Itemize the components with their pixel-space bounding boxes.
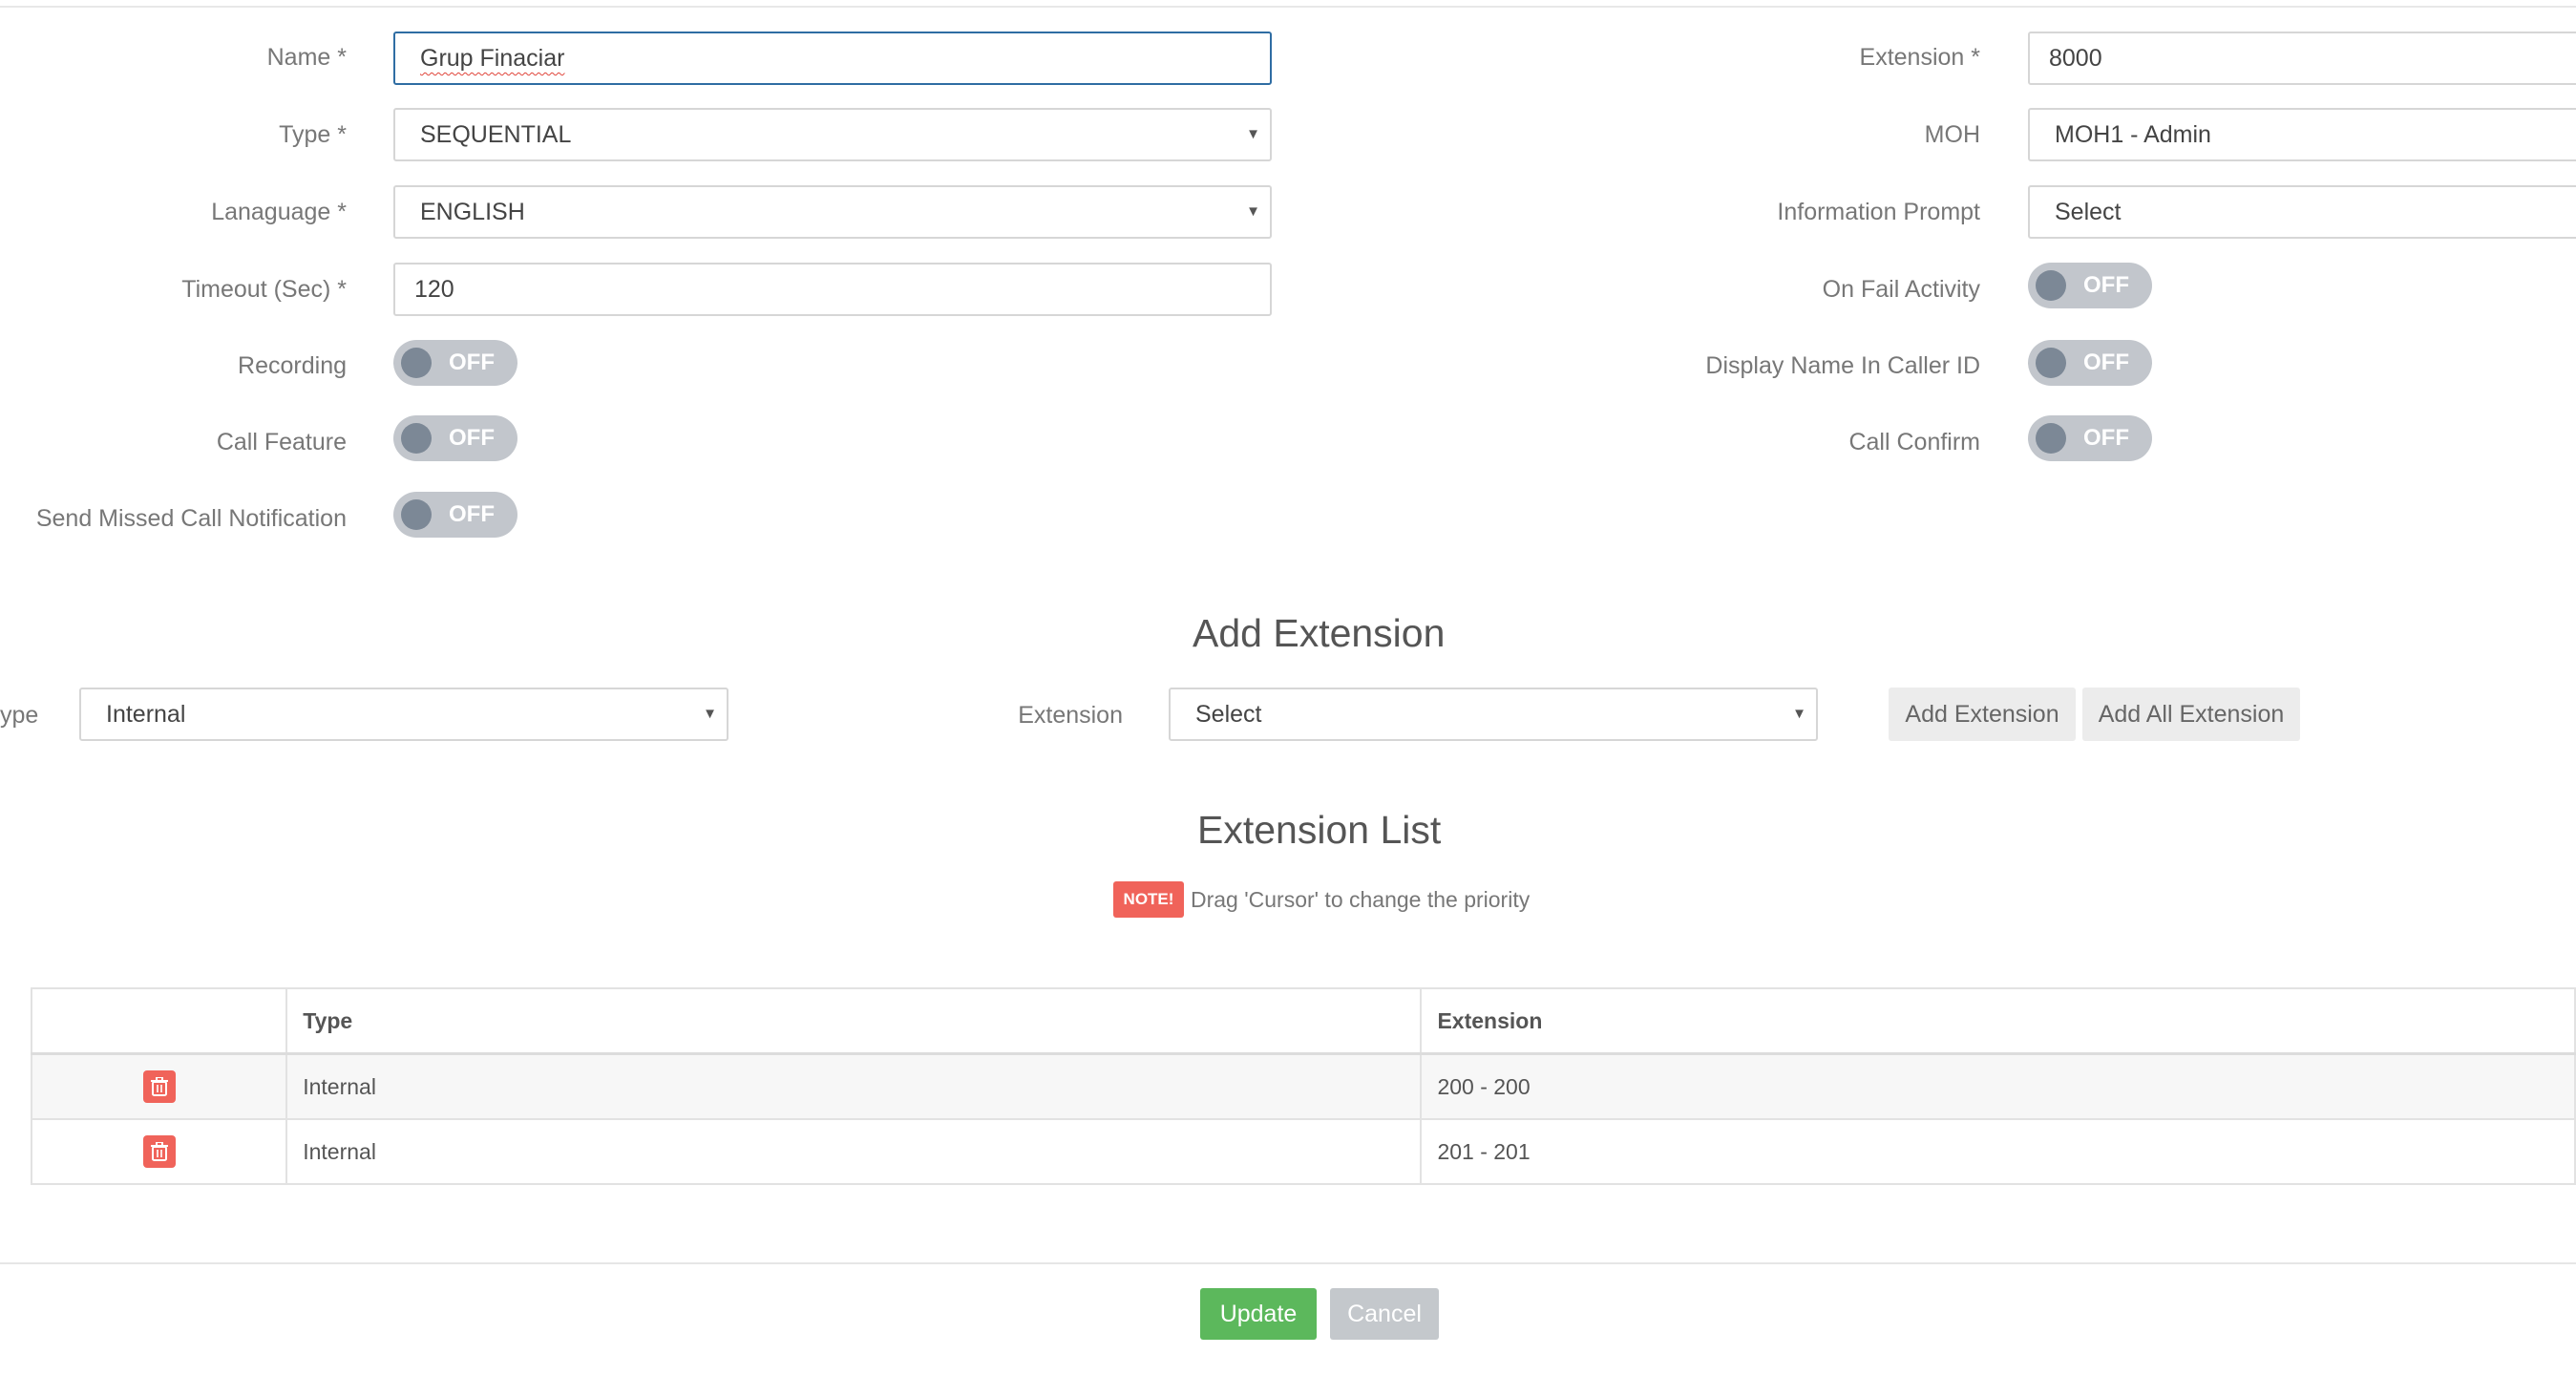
- display-name-label: Display Name In Caller ID: [1705, 352, 1980, 379]
- info-prompt-value: Select: [2055, 199, 2122, 225]
- top-divider: [0, 6, 2576, 8]
- info-prompt-select[interactable]: Select: [2028, 185, 2576, 239]
- toggle-knob: [401, 499, 432, 530]
- toggle-knob: [401, 348, 432, 378]
- extension-value: 8000: [2049, 45, 2102, 72]
- toggle-state: OFF: [2083, 272, 2129, 298]
- call-feature-label: Call Feature: [216, 429, 347, 455]
- table-row[interactable]: Internal 201 - 201: [30, 1118, 2576, 1185]
- extension-input[interactable]: 8000: [2028, 32, 2576, 85]
- add-type-label: ype: [0, 702, 39, 729]
- delete-button[interactable]: [142, 1070, 176, 1103]
- call-feature-toggle[interactable]: OFF: [393, 415, 517, 461]
- toggle-knob: [2036, 348, 2066, 378]
- toggle-knob: [2036, 423, 2066, 454]
- update-button[interactable]: Update: [1200, 1288, 1317, 1340]
- call-confirm-toggle[interactable]: OFF: [2028, 415, 2152, 461]
- column-header-type: Type: [285, 987, 1423, 1055]
- add-extension-value: Select: [1195, 701, 1262, 728]
- moh-value: MOH1 - Admin: [2055, 121, 2211, 148]
- add-type-select[interactable]: Internal ▼: [79, 688, 728, 741]
- name-label: Name *: [266, 44, 347, 71]
- trash-icon: [150, 1142, 168, 1161]
- row-type-cell: Internal: [285, 1118, 1423, 1185]
- extension-label: Extension *: [1859, 44, 1980, 71]
- cancel-button[interactable]: Cancel: [1330, 1288, 1439, 1340]
- chevron-down-icon: ▼: [703, 706, 717, 722]
- footer-divider: [0, 1262, 2576, 1264]
- table-header-row: Type Extension: [30, 987, 2576, 1055]
- extension-table: Type Extension Internal 200 - 200 Intern…: [30, 987, 2576, 1185]
- timeout-input[interactable]: 120: [393, 263, 1272, 316]
- row-type-cell: Internal: [285, 1052, 1423, 1120]
- trash-icon: [150, 1077, 168, 1096]
- delete-button[interactable]: [142, 1135, 176, 1168]
- on-fail-label: On Fail Activity: [1822, 276, 1980, 303]
- language-select[interactable]: ENGLISH ▼: [393, 185, 1272, 239]
- display-name-toggle[interactable]: OFF: [2028, 340, 2152, 386]
- name-input[interactable]: Grup Finaciar: [393, 32, 1272, 85]
- toggle-state: OFF: [449, 501, 495, 527]
- type-value: SEQUENTIAL: [420, 121, 572, 148]
- row-extension-cell: 200 - 200: [1420, 1052, 2576, 1120]
- add-type-value: Internal: [106, 701, 186, 728]
- name-value: Grup Finaciar: [420, 45, 565, 72]
- type-select[interactable]: SEQUENTIAL ▼: [393, 108, 1272, 161]
- type-label: Type *: [279, 121, 347, 148]
- column-header-extension: Extension: [1420, 987, 2576, 1055]
- send-missed-label: Send Missed Call Notification: [35, 505, 347, 532]
- toggle-knob: [401, 423, 432, 454]
- row-extension-cell: 201 - 201: [1420, 1118, 2576, 1185]
- call-confirm-label: Call Confirm: [1848, 429, 1980, 455]
- moh-label: MOH: [1924, 121, 1980, 148]
- on-fail-toggle[interactable]: OFF: [2028, 263, 2152, 308]
- add-extension-select[interactable]: Select ▼: [1169, 688, 1818, 741]
- send-missed-toggle[interactable]: OFF: [393, 492, 517, 538]
- language-value: ENGLISH: [420, 199, 525, 225]
- note-text: Drag 'Cursor' to change the priority: [1191, 887, 1531, 912]
- add-extension-button[interactable]: Add Extension: [1889, 688, 2076, 741]
- timeout-value: 120: [414, 276, 454, 303]
- chevron-down-icon: ▼: [1246, 126, 1260, 142]
- toggle-state: OFF: [2083, 425, 2129, 451]
- table-row[interactable]: Internal 200 - 200: [30, 1052, 2576, 1120]
- language-label: Lanaguage *: [211, 199, 347, 225]
- row-actions-cell: [30, 1118, 288, 1185]
- toggle-state: OFF: [449, 425, 495, 451]
- toggle-state: OFF: [449, 349, 495, 375]
- info-prompt-label: Information Prompt: [1777, 199, 1980, 225]
- timeout-label: Timeout (Sec) *: [181, 276, 347, 303]
- column-header-actions: [30, 987, 288, 1055]
- extension-list-heading: Extension List: [1197, 808, 1442, 852]
- add-all-extension-button[interactable]: Add All Extension: [2082, 688, 2300, 741]
- chevron-down-icon: ▼: [1246, 203, 1260, 220]
- add-extension-label: Extension: [1018, 702, 1123, 729]
- row-actions-cell: [30, 1052, 288, 1120]
- toggle-state: OFF: [2083, 349, 2129, 375]
- recording-toggle[interactable]: OFF: [393, 340, 517, 386]
- note-badge: NOTE!: [1113, 881, 1184, 918]
- moh-select[interactable]: MOH1 - Admin: [2028, 108, 2576, 161]
- toggle-knob: [2036, 270, 2066, 301]
- chevron-down-icon: ▼: [1792, 706, 1806, 722]
- recording-label: Recording: [238, 352, 347, 379]
- add-extension-heading: Add Extension: [1193, 611, 1446, 655]
